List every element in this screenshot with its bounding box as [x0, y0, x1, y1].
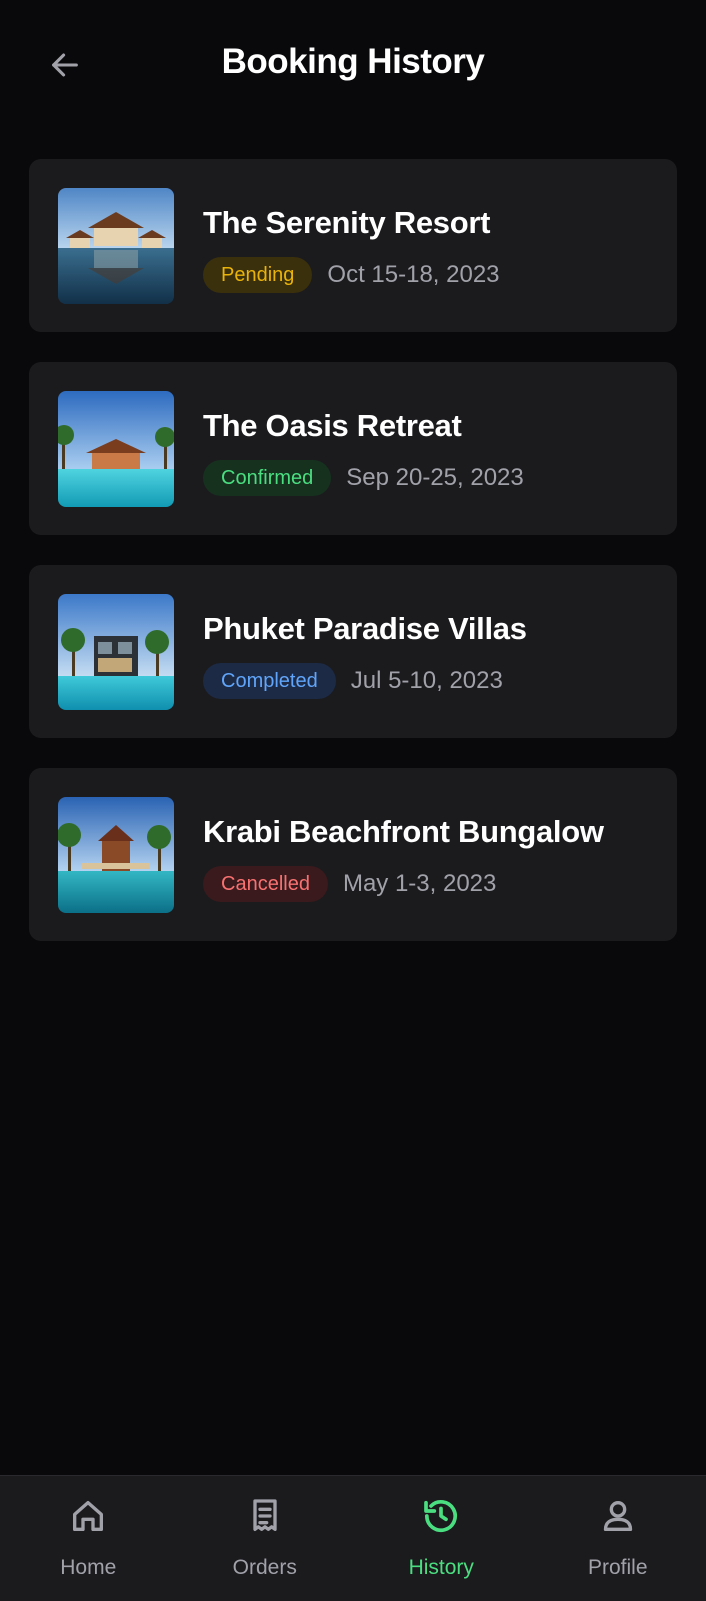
- hotel-name: The Serenity Resort: [203, 205, 490, 241]
- receipt-icon: [245, 1496, 285, 1536]
- hotel-thumbnail: [58, 797, 174, 913]
- booking-dates: Jul 5-10, 2023: [351, 667, 503, 695]
- hotel-name: The Oasis Retreat: [203, 408, 462, 444]
- page-title: Booking History: [0, 42, 706, 82]
- booking-card[interactable]: The Oasis Retreat Confirmed Sep 20-25, 2…: [29, 362, 677, 535]
- tab-history[interactable]: History: [353, 1476, 530, 1601]
- tab-label: History: [353, 1556, 530, 1580]
- tab-profile[interactable]: Profile: [530, 1476, 706, 1601]
- status-badge: Confirmed: [203, 460, 331, 496]
- history-icon: [421, 1496, 461, 1536]
- tab-label: Orders: [177, 1556, 354, 1580]
- hotel-name: Phuket Paradise Villas: [203, 611, 527, 647]
- status-badge: Cancelled: [203, 866, 328, 902]
- status-badge: Pending: [203, 257, 312, 293]
- hotel-thumbnail: [58, 391, 174, 507]
- hotel-name: Krabi Beachfront Bungalow: [203, 814, 604, 850]
- hotel-thumbnail: [58, 594, 174, 710]
- booking-meta: Pending Oct 15-18, 2023: [203, 257, 500, 293]
- status-badge: Completed: [203, 663, 336, 699]
- tab-orders[interactable]: Orders: [177, 1476, 354, 1601]
- booking-dates: Oct 15-18, 2023: [327, 261, 499, 289]
- user-icon: [598, 1496, 638, 1536]
- booking-card[interactable]: The Serenity Resort Pending Oct 15-18, 2…: [29, 159, 677, 332]
- tab-label: Home: [0, 1556, 177, 1580]
- booking-list: The Serenity Resort Pending Oct 15-18, 2…: [29, 159, 677, 971]
- booking-card[interactable]: Phuket Paradise Villas Completed Jul 5-1…: [29, 565, 677, 738]
- tab-home[interactable]: Home: [0, 1476, 177, 1601]
- home-icon: [68, 1496, 108, 1536]
- booking-meta: Confirmed Sep 20-25, 2023: [203, 460, 524, 496]
- booking-meta: Cancelled May 1-3, 2023: [203, 866, 496, 902]
- bottom-nav: Home Orders History Profile: [0, 1475, 706, 1601]
- booking-meta: Completed Jul 5-10, 2023: [203, 663, 503, 699]
- booking-dates: Sep 20-25, 2023: [346, 464, 523, 492]
- hotel-thumbnail: [58, 188, 174, 304]
- app-header: Booking History: [0, 0, 706, 130]
- booking-dates: May 1-3, 2023: [343, 870, 496, 898]
- tab-label: Profile: [530, 1556, 706, 1580]
- booking-card[interactable]: Krabi Beachfront Bungalow Cancelled May …: [29, 768, 677, 941]
